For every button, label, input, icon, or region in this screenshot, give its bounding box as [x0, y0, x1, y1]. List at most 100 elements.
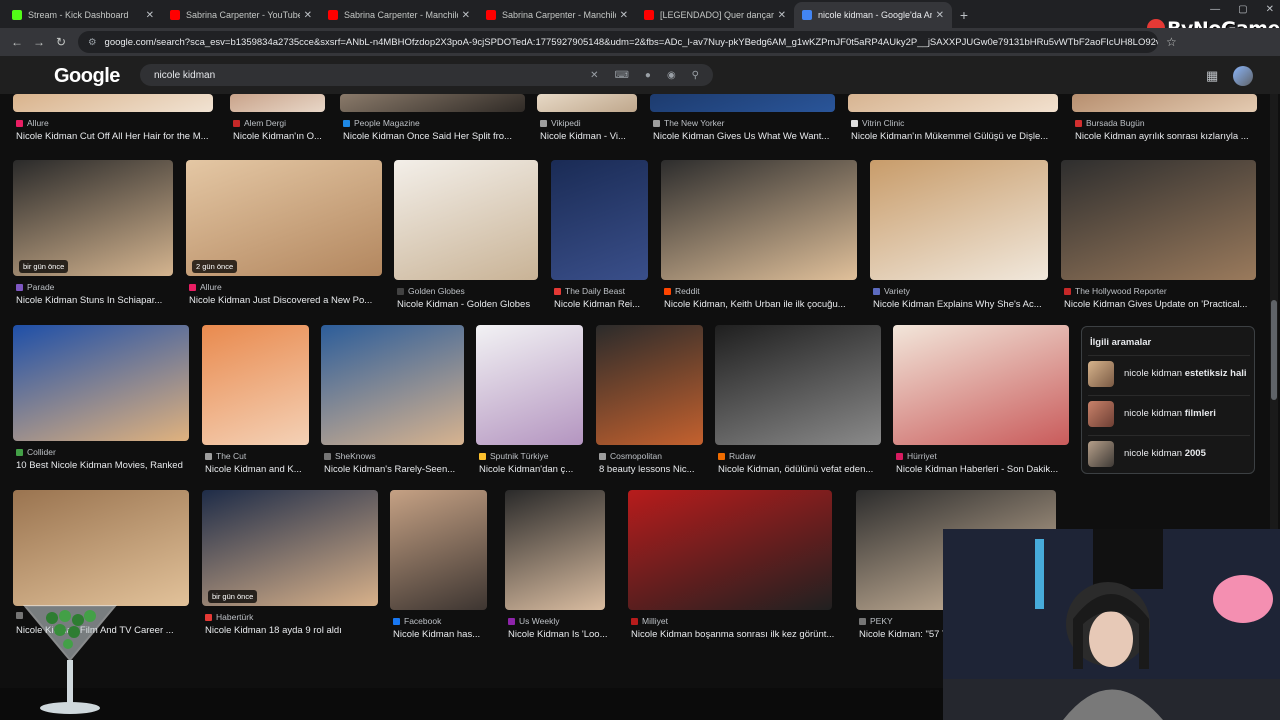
close-tab-icon[interactable]: ✕: [146, 10, 154, 21]
browser-tab[interactable]: [LEGENDADO] Quer dançar? Aı ✕: [636, 2, 794, 28]
search-icon[interactable]: ⚲: [692, 70, 699, 81]
result-thumbnail[interactable]: [650, 94, 835, 112]
close-tab-icon[interactable]: ✕: [936, 10, 944, 21]
result-source[interactable]: Facebook: [393, 616, 441, 626]
result-thumbnail[interactable]: [848, 94, 1058, 112]
result-source[interactable]: Us Weekly: [508, 616, 559, 626]
result-title[interactable]: 8 beauty lessons Nic...: [599, 464, 716, 475]
avatar[interactable]: [1233, 66, 1253, 86]
forward-icon[interactable]: →: [28, 35, 50, 49]
result-thumbnail[interactable]: [13, 325, 189, 441]
result-title[interactable]: Nicole Kidman Gives Update on 'Practical…: [1064, 299, 1269, 310]
google-apps-icon[interactable]: ▦: [1206, 68, 1218, 84]
result-thumbnail[interactable]: [13, 490, 189, 606]
result-thumbnail[interactable]: [1072, 94, 1257, 112]
image-result-card[interactable]: Us Weekly Nicole Kidman Is 'Loo...: [505, 490, 608, 650]
browser-tab[interactable]: Sabrina Carpenter - Manchild (✕: [478, 2, 636, 28]
image-result-card[interactable]: Milliyet Nicole Kidman boşanma sonrası il…: [628, 490, 834, 650]
result-source[interactable]: Collider: [16, 447, 56, 457]
image-result-card[interactable]: Vitrin Clinic Nicole Kidman'ın Mükemmel G…: [848, 94, 1058, 152]
minimize-icon[interactable]: —: [1210, 4, 1220, 15]
lens-icon[interactable]: ◉: [667, 70, 676, 81]
result-thumbnail[interactable]: [202, 490, 378, 606]
result-source[interactable]: Bursada Bugün: [1075, 118, 1145, 128]
result-title[interactable]: Nicole Kidman 18 ayda 9 rol aldı: [205, 625, 391, 636]
result-source[interactable]: Sputnik Türkiye: [479, 451, 548, 461]
image-result-card[interactable]: Alem Dergi Nicole Kidman'ın O...: [230, 94, 325, 152]
result-thumbnail[interactable]: [870, 160, 1048, 280]
result-thumbnail[interactable]: [628, 490, 832, 610]
close-window-icon[interactable]: ✕: [1266, 4, 1274, 15]
result-thumbnail[interactable]: [476, 325, 583, 445]
result-thumbnail[interactable]: [661, 160, 857, 280]
result-source[interactable]: Rudaw: [718, 451, 755, 461]
clear-icon[interactable]: ✕: [590, 70, 598, 81]
result-source[interactable]: Vitrin Clinic: [851, 118, 904, 128]
back-icon[interactable]: ←: [6, 35, 28, 49]
result-source[interactable]: Milliyet: [631, 616, 668, 626]
result-title[interactable]: Nicole Kidman Is 'Loo...: [508, 629, 618, 640]
result-thumbnail[interactable]: [186, 160, 382, 276]
result-title[interactable]: Nicole Kidman Just Discovered a New Po..…: [189, 295, 395, 306]
result-source[interactable]: People Magazine: [343, 118, 420, 128]
result-thumbnail[interactable]: [230, 94, 325, 112]
scrollbar-thumb[interactable]: [1271, 300, 1277, 400]
result-title[interactable]: Nicole Kidman - Golden Globes: [397, 299, 551, 310]
result-source[interactable]: Allure: [189, 282, 222, 292]
result-title[interactable]: Nicole Kidman'ın Mükemmel Gülüşü ve Dişl…: [851, 131, 1071, 142]
image-result-card[interactable]: The Hollywood Reporter Nicole Kidman Give…: [1061, 160, 1256, 320]
result-thumbnail[interactable]: [394, 160, 538, 280]
image-result-card[interactable]: Collider 10 Best Nicole Kidman Movies, Ra…: [13, 325, 189, 481]
image-result-card[interactable]: SheKnows Nicole Kidman's Rarely-Seen...: [321, 325, 464, 485]
image-result-card[interactable]: Rudaw Nicole Kidman, ödülünü vefat eden..…: [715, 325, 881, 485]
close-tab-icon[interactable]: ✕: [778, 10, 786, 21]
reload-icon[interactable]: ↻: [50, 35, 72, 49]
result-title[interactable]: 10 Best Nicole Kidman Movies, Ranked: [16, 460, 202, 471]
result-title[interactable]: Nicole Kidman Cut Off All Her Hair for t…: [16, 131, 226, 142]
result-thumbnail[interactable]: [13, 160, 173, 276]
new-tab-icon[interactable]: +: [952, 2, 976, 28]
result-title[interactable]: Nicole Kidman'ın O...: [233, 131, 338, 142]
image-result-card[interactable]: Allure Nicole Kidman Cut Off All Her Hair…: [13, 94, 213, 152]
site-info-icon[interactable]: ⚙: [88, 37, 97, 48]
result-source[interactable]: Variety: [873, 286, 910, 296]
result-thumbnail[interactable]: [505, 490, 605, 610]
image-result-card[interactable]: The Daily Beast Nicole Kidman Rei...: [551, 160, 648, 320]
result-title[interactable]: Nicole Kidman, ödülünü vefat eden...: [718, 464, 894, 475]
search-box[interactable]: nicole kidman ✕ ⌨ ● ◉ ⚲: [140, 64, 713, 86]
result-source[interactable]: Hürriyet: [896, 451, 937, 461]
image-result-card[interactable]: Golden Globes Nicole Kidman - Golden Glob…: [394, 160, 538, 320]
result-thumbnail[interactable]: [537, 94, 637, 112]
bookmark-star-icon[interactable]: ☆: [1166, 35, 1177, 49]
image-result-card[interactable]: The Cut Nicole Kidman and K...: [202, 325, 309, 485]
result-thumbnail[interactable]: [13, 94, 213, 112]
result-source[interactable]: The Hollywood Reporter: [1064, 286, 1167, 296]
result-source[interactable]: PEKY: [859, 616, 893, 626]
image-result-card[interactable]: 2 gün önce Allure Nicole Kidman Just Disco…: [186, 160, 382, 316]
result-title[interactable]: Nicole Kidman Once Said Her Split fro...: [343, 131, 538, 142]
search-input[interactable]: nicole kidman: [154, 70, 590, 81]
result-title[interactable]: Nicole Kidman Rei...: [554, 299, 661, 310]
result-title[interactable]: Nicole Kidman'dan ç...: [479, 464, 596, 475]
image-result-card[interactable]: Bursada Bugün Nicole Kidman ayrılık sonra…: [1072, 94, 1257, 152]
image-result-card[interactable]: Sputnik Türkiye Nicole Kidman'dan ç...: [476, 325, 583, 485]
result-title[interactable]: Nicole Kidman Stuns In Schiapar...: [16, 295, 186, 306]
google-logo[interactable]: Google: [54, 65, 120, 88]
image-result-card[interactable]: Variety Nicole Kidman Explains Why She's …: [870, 160, 1048, 320]
result-source[interactable]: Allure: [16, 118, 49, 128]
result-source[interactable]: Alem Dergi: [233, 118, 286, 128]
result-title[interactable]: Nicole Kidman boşanma sonrası ilk kez gö…: [631, 629, 845, 640]
related-search-item[interactable]: nicole kidman estetiksiz hali: [1088, 355, 1250, 391]
image-result-card[interactable]: bir gün önce Habertürk Nicole Kidman 18 ay…: [202, 490, 378, 646]
address-bar[interactable]: ⚙ google.com/search?sca_esv=b1359834a273…: [78, 31, 1158, 53]
image-result-card[interactable]: Cosmopolitan 8 beauty lessons Nic...: [596, 325, 703, 485]
image-result-card[interactable]: Reddit Nicole Kidman, Keith Urban ile ilk…: [661, 160, 857, 320]
image-result-card[interactable]: The New Yorker Nicole Kidman Gives Us Wha…: [650, 94, 835, 152]
close-tab-icon[interactable]: ✕: [620, 10, 628, 21]
result-thumbnail[interactable]: [321, 325, 464, 445]
result-source[interactable]: Cosmopolitan: [599, 451, 662, 461]
close-tab-icon[interactable]: ✕: [304, 10, 312, 21]
result-thumbnail[interactable]: [390, 490, 487, 610]
browser-tab[interactable]: Sabrina Carpenter - Manchild (✕: [320, 2, 478, 28]
result-title[interactable]: Nicole Kidman Gives Us What We Want...: [653, 131, 848, 142]
